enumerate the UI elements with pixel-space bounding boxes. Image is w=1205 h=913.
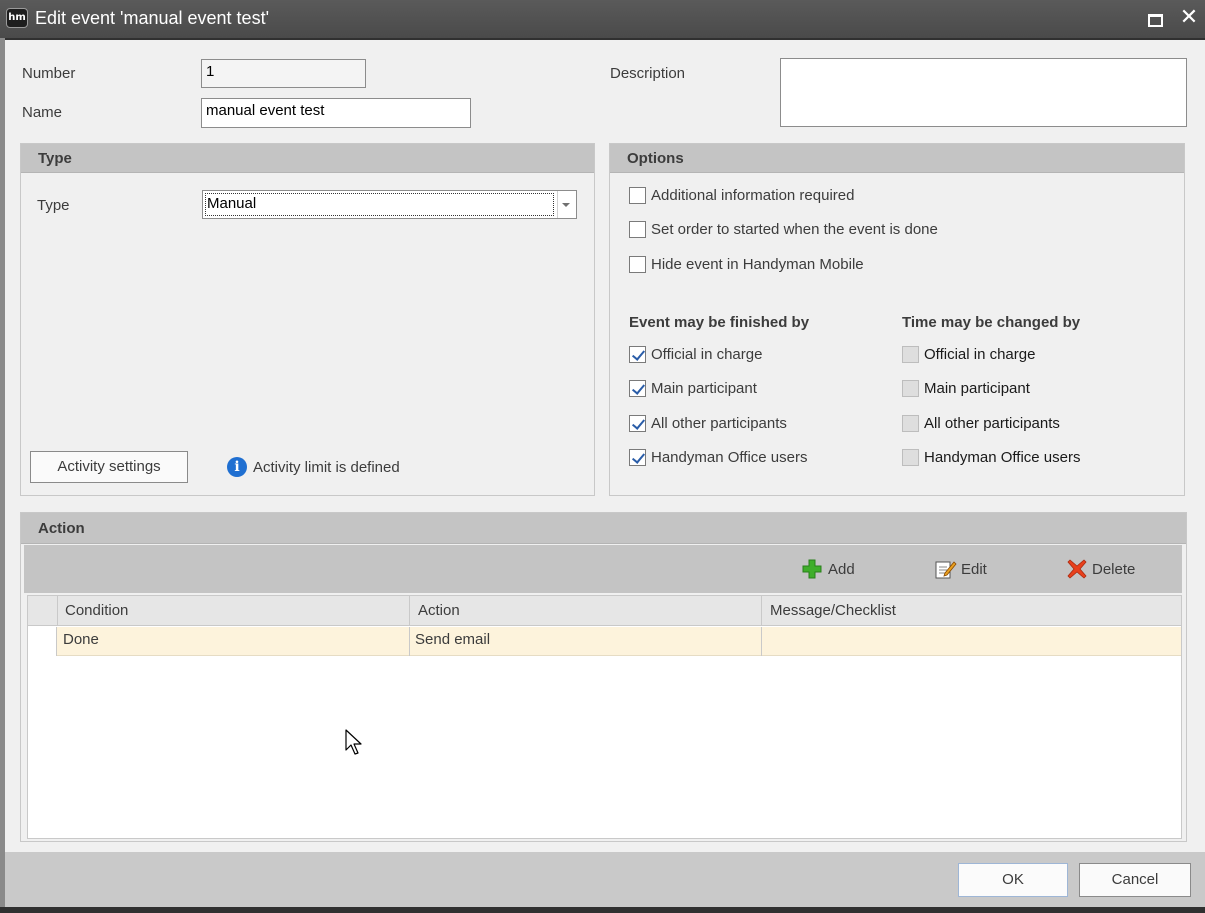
edit-button[interactable]: Edit bbox=[935, 559, 1005, 581]
number-field[interactable]: 1 bbox=[201, 59, 366, 88]
checkbox-box[interactable] bbox=[629, 187, 646, 204]
dialog-footer: OK Cancel bbox=[5, 852, 1205, 907]
description-field[interactable] bbox=[780, 58, 1187, 127]
info-icon: i bbox=[227, 457, 247, 477]
type-label: Type bbox=[37, 197, 70, 214]
type-dropdown-value: Manual bbox=[207, 195, 257, 212]
dropdown-separator bbox=[557, 191, 558, 218]
column-separator bbox=[409, 627, 410, 656]
column-separator bbox=[57, 596, 58, 626]
cell-action[interactable]: Send email bbox=[415, 631, 490, 648]
add-label: Add bbox=[828, 561, 855, 578]
ok-button[interactable]: OK bbox=[958, 863, 1068, 897]
type-group-title: Type bbox=[38, 150, 72, 167]
action-group-title: Action bbox=[38, 520, 85, 537]
window-border-bottom bbox=[0, 907, 1205, 913]
close-icon[interactable]: ✕ bbox=[1178, 4, 1200, 30]
checkbox-box[interactable] bbox=[902, 449, 919, 466]
checkbox-box[interactable] bbox=[902, 415, 919, 432]
edit-label: Edit bbox=[961, 561, 987, 578]
activity-limit-text: Activity limit is defined bbox=[253, 459, 400, 476]
type-group: Type Type Manual Activity settings i Act… bbox=[20, 143, 595, 496]
add-icon bbox=[802, 559, 822, 579]
checkbox-label: Main participant bbox=[924, 380, 1030, 397]
maximize-icon[interactable] bbox=[1146, 10, 1163, 27]
action-toolbar: Add Edit Delete bbox=[24, 545, 1182, 593]
app-logo-icon: hm bbox=[6, 8, 28, 28]
checkbox-box[interactable] bbox=[629, 256, 646, 273]
checkbox-label: Set order to started when the event is d… bbox=[651, 221, 938, 238]
options-group-title: Options bbox=[627, 150, 684, 167]
checkbox-label: All other participants bbox=[924, 415, 1060, 432]
column-header-action[interactable]: Action bbox=[418, 602, 460, 619]
checkbox-box[interactable] bbox=[629, 346, 646, 363]
checkbox-label: Hide event in Handyman Mobile bbox=[651, 256, 864, 273]
checkbox-label: Main participant bbox=[651, 380, 757, 397]
checkbox-box[interactable] bbox=[629, 449, 646, 466]
finished-by-heading: Event may be finished by bbox=[629, 314, 810, 331]
checkbox-label: Official in charge bbox=[924, 346, 1036, 363]
type-dropdown-focus bbox=[205, 193, 554, 216]
grid-header: Condition Action Message/Checklist bbox=[28, 596, 1181, 626]
checkbox-box[interactable] bbox=[629, 415, 646, 432]
dialog-body: Number 1 Name manual event test Descript… bbox=[5, 40, 1205, 852]
edit-icon bbox=[935, 561, 957, 579]
action-grid[interactable]: Condition Action Message/Checklist Done … bbox=[27, 595, 1182, 839]
add-button[interactable]: Add bbox=[802, 559, 872, 581]
checkbox-label: Official in charge bbox=[651, 346, 763, 363]
delete-icon bbox=[1067, 559, 1087, 579]
checkbox-label: All other participants bbox=[651, 415, 787, 432]
delete-label: Delete bbox=[1092, 561, 1136, 578]
checkbox-label: Handyman Office users bbox=[924, 449, 1081, 466]
column-header-message[interactable]: Message/Checklist bbox=[770, 602, 896, 619]
number-label: Number bbox=[22, 65, 76, 82]
action-group-header: Action bbox=[21, 513, 1186, 544]
checkbox-box[interactable] bbox=[902, 346, 919, 363]
column-separator bbox=[761, 627, 762, 656]
chevron-down-icon[interactable] bbox=[562, 203, 570, 207]
type-dropdown[interactable]: Manual bbox=[202, 190, 577, 219]
checkbox-box[interactable] bbox=[629, 221, 646, 238]
checkbox-box[interactable] bbox=[902, 380, 919, 397]
column-separator bbox=[409, 596, 410, 626]
column-separator bbox=[761, 596, 762, 626]
name-field[interactable]: manual event test bbox=[201, 98, 471, 128]
cell-condition[interactable]: Done bbox=[63, 631, 99, 648]
checkbox-label: Handyman Office users bbox=[651, 449, 808, 466]
type-group-header: Type bbox=[21, 144, 594, 173]
column-header-condition[interactable]: Condition bbox=[65, 602, 128, 619]
window-title: Edit event 'manual event test' bbox=[35, 8, 270, 28]
checkbox-box[interactable] bbox=[629, 380, 646, 397]
options-group: Options Additional information required … bbox=[609, 143, 1185, 496]
title-bar[interactable]: hm Edit event 'manual event test' ✕ bbox=[0, 0, 1205, 38]
description-label: Description bbox=[610, 65, 686, 82]
options-group-header: Options bbox=[610, 144, 1184, 173]
activity-settings-button[interactable]: Activity settings bbox=[30, 451, 188, 483]
mouse-cursor-icon bbox=[345, 729, 362, 755]
row-indicator[interactable] bbox=[28, 627, 57, 656]
checkbox-label: Additional information required bbox=[651, 187, 855, 204]
action-group: Action Add Edit Delete Condition Action … bbox=[20, 512, 1187, 842]
time-changed-by-heading: Time may be changed by bbox=[902, 314, 1081, 331]
name-label: Name bbox=[22, 104, 63, 121]
delete-button[interactable]: Delete bbox=[1067, 559, 1147, 581]
cancel-button[interactable]: Cancel bbox=[1079, 863, 1191, 897]
table-row[interactable]: Done Send email bbox=[28, 627, 1181, 656]
